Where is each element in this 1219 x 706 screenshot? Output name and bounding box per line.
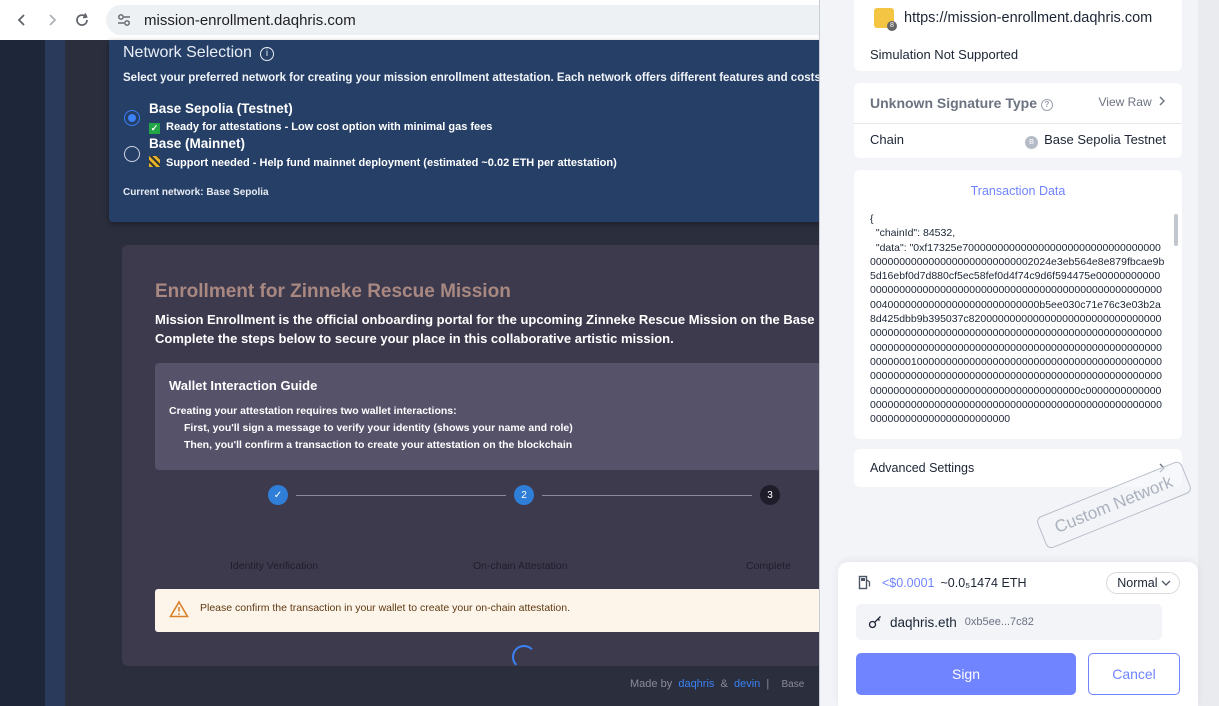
construction-icon	[149, 156, 160, 167]
transaction-data-json[interactable]: { "chainId": 84532, "data": "0xf17325e70…	[870, 212, 1166, 436]
step-label-onchain: On-chain Attestation	[473, 560, 568, 572]
gas-eth: ~0.0₅1474 ETH	[940, 575, 1027, 590]
step-label-complete: Complete	[746, 560, 791, 572]
transaction-data-card: Transaction Data { "chainId": 84532, "da…	[854, 170, 1182, 439]
network-description: Select your preferred network for creati…	[123, 72, 825, 84]
network-selection-title: Network Selection i	[123, 44, 274, 62]
option-name-base-mainnet[interactable]: Base (Mainnet)	[149, 136, 245, 151]
loading-spinner	[512, 645, 536, 669]
enrollment-intro: Mission Enrollment is the official onboa…	[155, 312, 886, 327]
origin-card: https://mission-enrollment.daqhris.com S…	[854, 0, 1182, 71]
simulation-status: Simulation Not Supported	[870, 47, 1019, 62]
step-3-marker: 3	[760, 485, 780, 505]
alert-text: Please confirm the transaction in your w…	[200, 602, 571, 614]
page-margin	[0, 40, 45, 706]
gas-speed-value: Normal	[1117, 576, 1158, 590]
option-sub-text-mainnet: Support needed - Help fund mainnet deplo…	[166, 157, 617, 169]
guide-step-1: First, you'll sign a message to verify y…	[184, 422, 573, 434]
signature-card: Unknown Signature Type? View Raw Chain B…	[854, 83, 1182, 158]
radio-base-mainnet[interactable]	[124, 146, 140, 162]
site-settings-icon[interactable]	[116, 12, 132, 33]
account-address: 0xb5ee...7c82	[964, 616, 1034, 628]
view-raw-label: View Raw	[1098, 95, 1152, 109]
step-connector-2	[542, 495, 752, 496]
guide-title: Wallet Interaction Guide	[169, 378, 318, 393]
site-favicon-icon	[874, 8, 897, 31]
option-sub-base-sepolia: ✓ Ready for attestations - Low cost optio…	[149, 121, 492, 134]
enrollment-instructions: Complete the steps below to secure your …	[155, 331, 674, 346]
gas-speed-select[interactable]: Normal	[1106, 572, 1180, 594]
step-connector-1	[296, 495, 506, 496]
cancel-button[interactable]: Cancel	[1088, 653, 1180, 695]
option-sub-base-mainnet: Support needed - Help fund mainnet deplo…	[149, 156, 617, 169]
wallet-action-sheet: <$0.0001 ~0.0₅1474 ETH Normal daqhris.et…	[838, 562, 1198, 706]
confirm-alert: Please confirm the transaction in your w…	[155, 589, 835, 632]
gas-row: <$0.0001 ~0.0₅1474 ETH	[858, 575, 1026, 590]
origin-url: https://mission-enrollment.daqhris.com	[904, 10, 1153, 26]
info-icon[interactable]: i	[259, 47, 274, 61]
footer-link-devin[interactable]: devin	[734, 678, 760, 690]
current-network: Current network: Base Sepolia	[123, 187, 269, 198]
footer-link-daqhris[interactable]: daqhris	[678, 678, 714, 690]
address-bar[interactable]: mission-enrollment.daqhris.com	[106, 5, 836, 35]
signature-type: Unknown Signature Type?	[870, 95, 1053, 111]
key-icon	[868, 616, 881, 629]
signature-type-text: Unknown Signature Type	[870, 95, 1037, 111]
step-label-identity: Identity Verification	[230, 560, 319, 572]
step-2-marker: 2	[514, 485, 534, 505]
page-footer: Made by daqhris & devin | Base	[630, 678, 804, 690]
url-text: mission-enrollment.daqhris.com	[144, 11, 356, 29]
chain-value-text: Base Sepolia Testnet	[1044, 132, 1166, 147]
check-badge-icon: ✓	[149, 123, 160, 134]
advanced-settings-label: Advanced Settings	[870, 461, 975, 475]
divider	[854, 123, 1182, 124]
option-name-base-sepolia[interactable]: Base Sepolia (Testnet)	[149, 101, 293, 116]
chevron-right-icon	[1159, 96, 1165, 106]
network-selection-card: Network Selection i Select your preferred…	[109, 40, 829, 222]
chain-value: B Base Sepolia Testnet	[1025, 132, 1166, 149]
chevron-down-icon	[1161, 580, 1171, 586]
gas-pump-icon	[858, 575, 871, 590]
view-raw-button[interactable]: View Raw	[1099, 95, 1166, 109]
transaction-data-title: Transaction Data	[970, 184, 1066, 198]
footer-made-by: Made by	[630, 678, 673, 690]
warning-icon	[169, 600, 189, 623]
guide-step-2: Then, you'll confirm a transaction to cr…	[184, 439, 573, 451]
enrollment-card: Enrollment for Zinneke Rescue Mission Mi…	[122, 245, 886, 669]
step-1-check-icon: ✓	[268, 485, 288, 505]
network-selection-title-text: Network Selection	[123, 44, 252, 61]
reload-icon[interactable]	[70, 8, 94, 32]
sign-button[interactable]: Sign	[856, 653, 1076, 695]
footer-amp: &	[720, 678, 728, 690]
enrollment-title: Enrollment for Zinneke Rescue Mission	[155, 281, 511, 302]
help-icon[interactable]: ?	[1040, 99, 1053, 111]
base-chain-icon: B	[1025, 136, 1039, 149]
forward-icon[interactable]	[40, 8, 64, 32]
origin-row: https://mission-enrollment.daqhris.com	[874, 8, 1153, 31]
footer-sep: |	[766, 678, 770, 690]
footer-chain: Base	[781, 679, 805, 690]
tx-scrollbar[interactable]	[1174, 214, 1178, 246]
option-sub-text-sepolia: Ready for attestations - Low cost option…	[166, 121, 493, 133]
wallet-edge	[1198, 0, 1219, 706]
chain-label: Chain	[870, 132, 904, 147]
wallet-guide: Wallet Interaction Guide Creating your a…	[155, 363, 835, 470]
guide-intro: Creating your attestation requires two w…	[169, 405, 457, 417]
back-icon[interactable]	[10, 8, 34, 32]
account-name: daqhris.eth	[890, 614, 957, 630]
radio-base-sepolia[interactable]	[124, 110, 140, 126]
gas-usd: <$0.0001	[882, 575, 935, 590]
browser-toolbar: mission-enrollment.daqhris.com	[0, 0, 836, 41]
account-row[interactable]: daqhris.eth 0xb5ee...7c82	[856, 604, 1162, 640]
web-page: Network Selection i Select your preferred…	[0, 40, 886, 706]
